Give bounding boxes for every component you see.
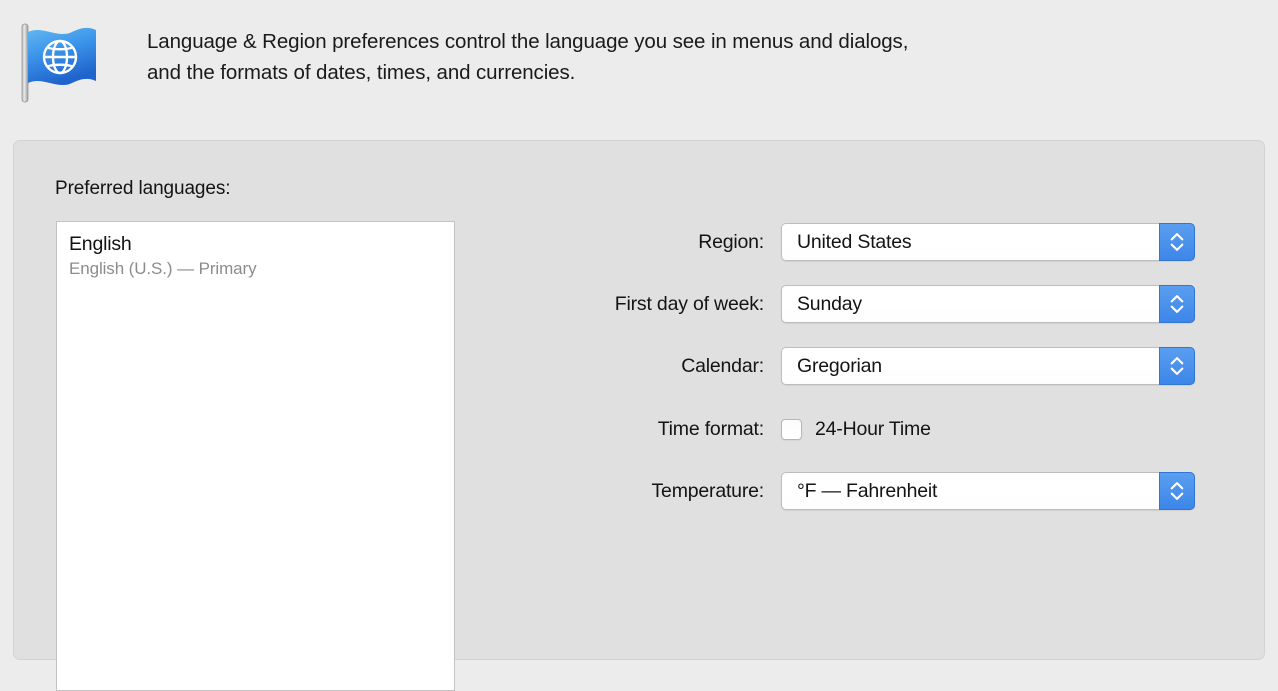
region-popup[interactable]: United States xyxy=(781,223,1195,261)
24-hour-time-checkbox[interactable] xyxy=(781,419,802,440)
list-item[interactable]: English English (U.S.) — Primary xyxy=(57,222,454,281)
form-row-first-day-of-week: First day of week: Sunday xyxy=(434,285,1195,323)
temperature-popup-chevron-updown-icon[interactable] xyxy=(1159,472,1195,510)
description-line-2: and the formats of dates, times, and cur… xyxy=(147,61,576,84)
time-format-label: Time format: xyxy=(657,418,765,440)
preferences-description: Language & Region preferences control th… xyxy=(147,26,1207,88)
description-line-1: Language & Region preferences control th… xyxy=(147,30,909,53)
form-row-region: Region: United States xyxy=(434,223,1195,261)
24-hour-time-label[interactable]: 24-Hour Time xyxy=(815,410,931,448)
first-day-of-week-popup[interactable]: Sunday xyxy=(781,285,1195,323)
language-name: English xyxy=(69,233,132,255)
calendar-popup-value: Gregorian xyxy=(797,355,882,377)
first-day-of-week-label: First day of week: xyxy=(614,293,764,315)
first-day-of-week-popup-chevron-updown-icon[interactable] xyxy=(1159,285,1195,323)
first-day-of-week-popup-value: Sunday xyxy=(797,293,862,315)
temperature-label: Temperature: xyxy=(651,480,765,502)
form-row-time-format: Time format: 24-Hour Time xyxy=(434,410,1195,448)
calendar-label: Calendar: xyxy=(681,355,764,377)
temperature-popup-value: °F — Fahrenheit xyxy=(797,480,938,502)
preferred-languages-list[interactable]: English English (U.S.) — Primary xyxy=(56,221,455,691)
header-banner: Language & Region preferences control th… xyxy=(0,0,1278,140)
language-detail: English (U.S.) — Primary xyxy=(69,259,257,278)
language-region-panel: Preferred languages: English English (U.… xyxy=(13,140,1265,691)
temperature-popup[interactable]: °F — Fahrenheit xyxy=(781,472,1195,510)
calendar-popup[interactable]: Gregorian xyxy=(781,347,1195,385)
flag-globe-icon xyxy=(18,19,106,107)
form-row-calendar: Calendar: Gregorian xyxy=(434,347,1195,385)
form-row-temperature: Temperature: °F — Fahrenheit xyxy=(434,472,1195,510)
region-popup-value: United States xyxy=(797,231,912,253)
preferred-languages-label: Preferred languages: xyxy=(55,178,231,199)
region-popup-chevron-updown-icon[interactable] xyxy=(1159,223,1195,261)
region-label: Region: xyxy=(698,231,764,253)
calendar-popup-chevron-updown-icon[interactable] xyxy=(1159,347,1195,385)
